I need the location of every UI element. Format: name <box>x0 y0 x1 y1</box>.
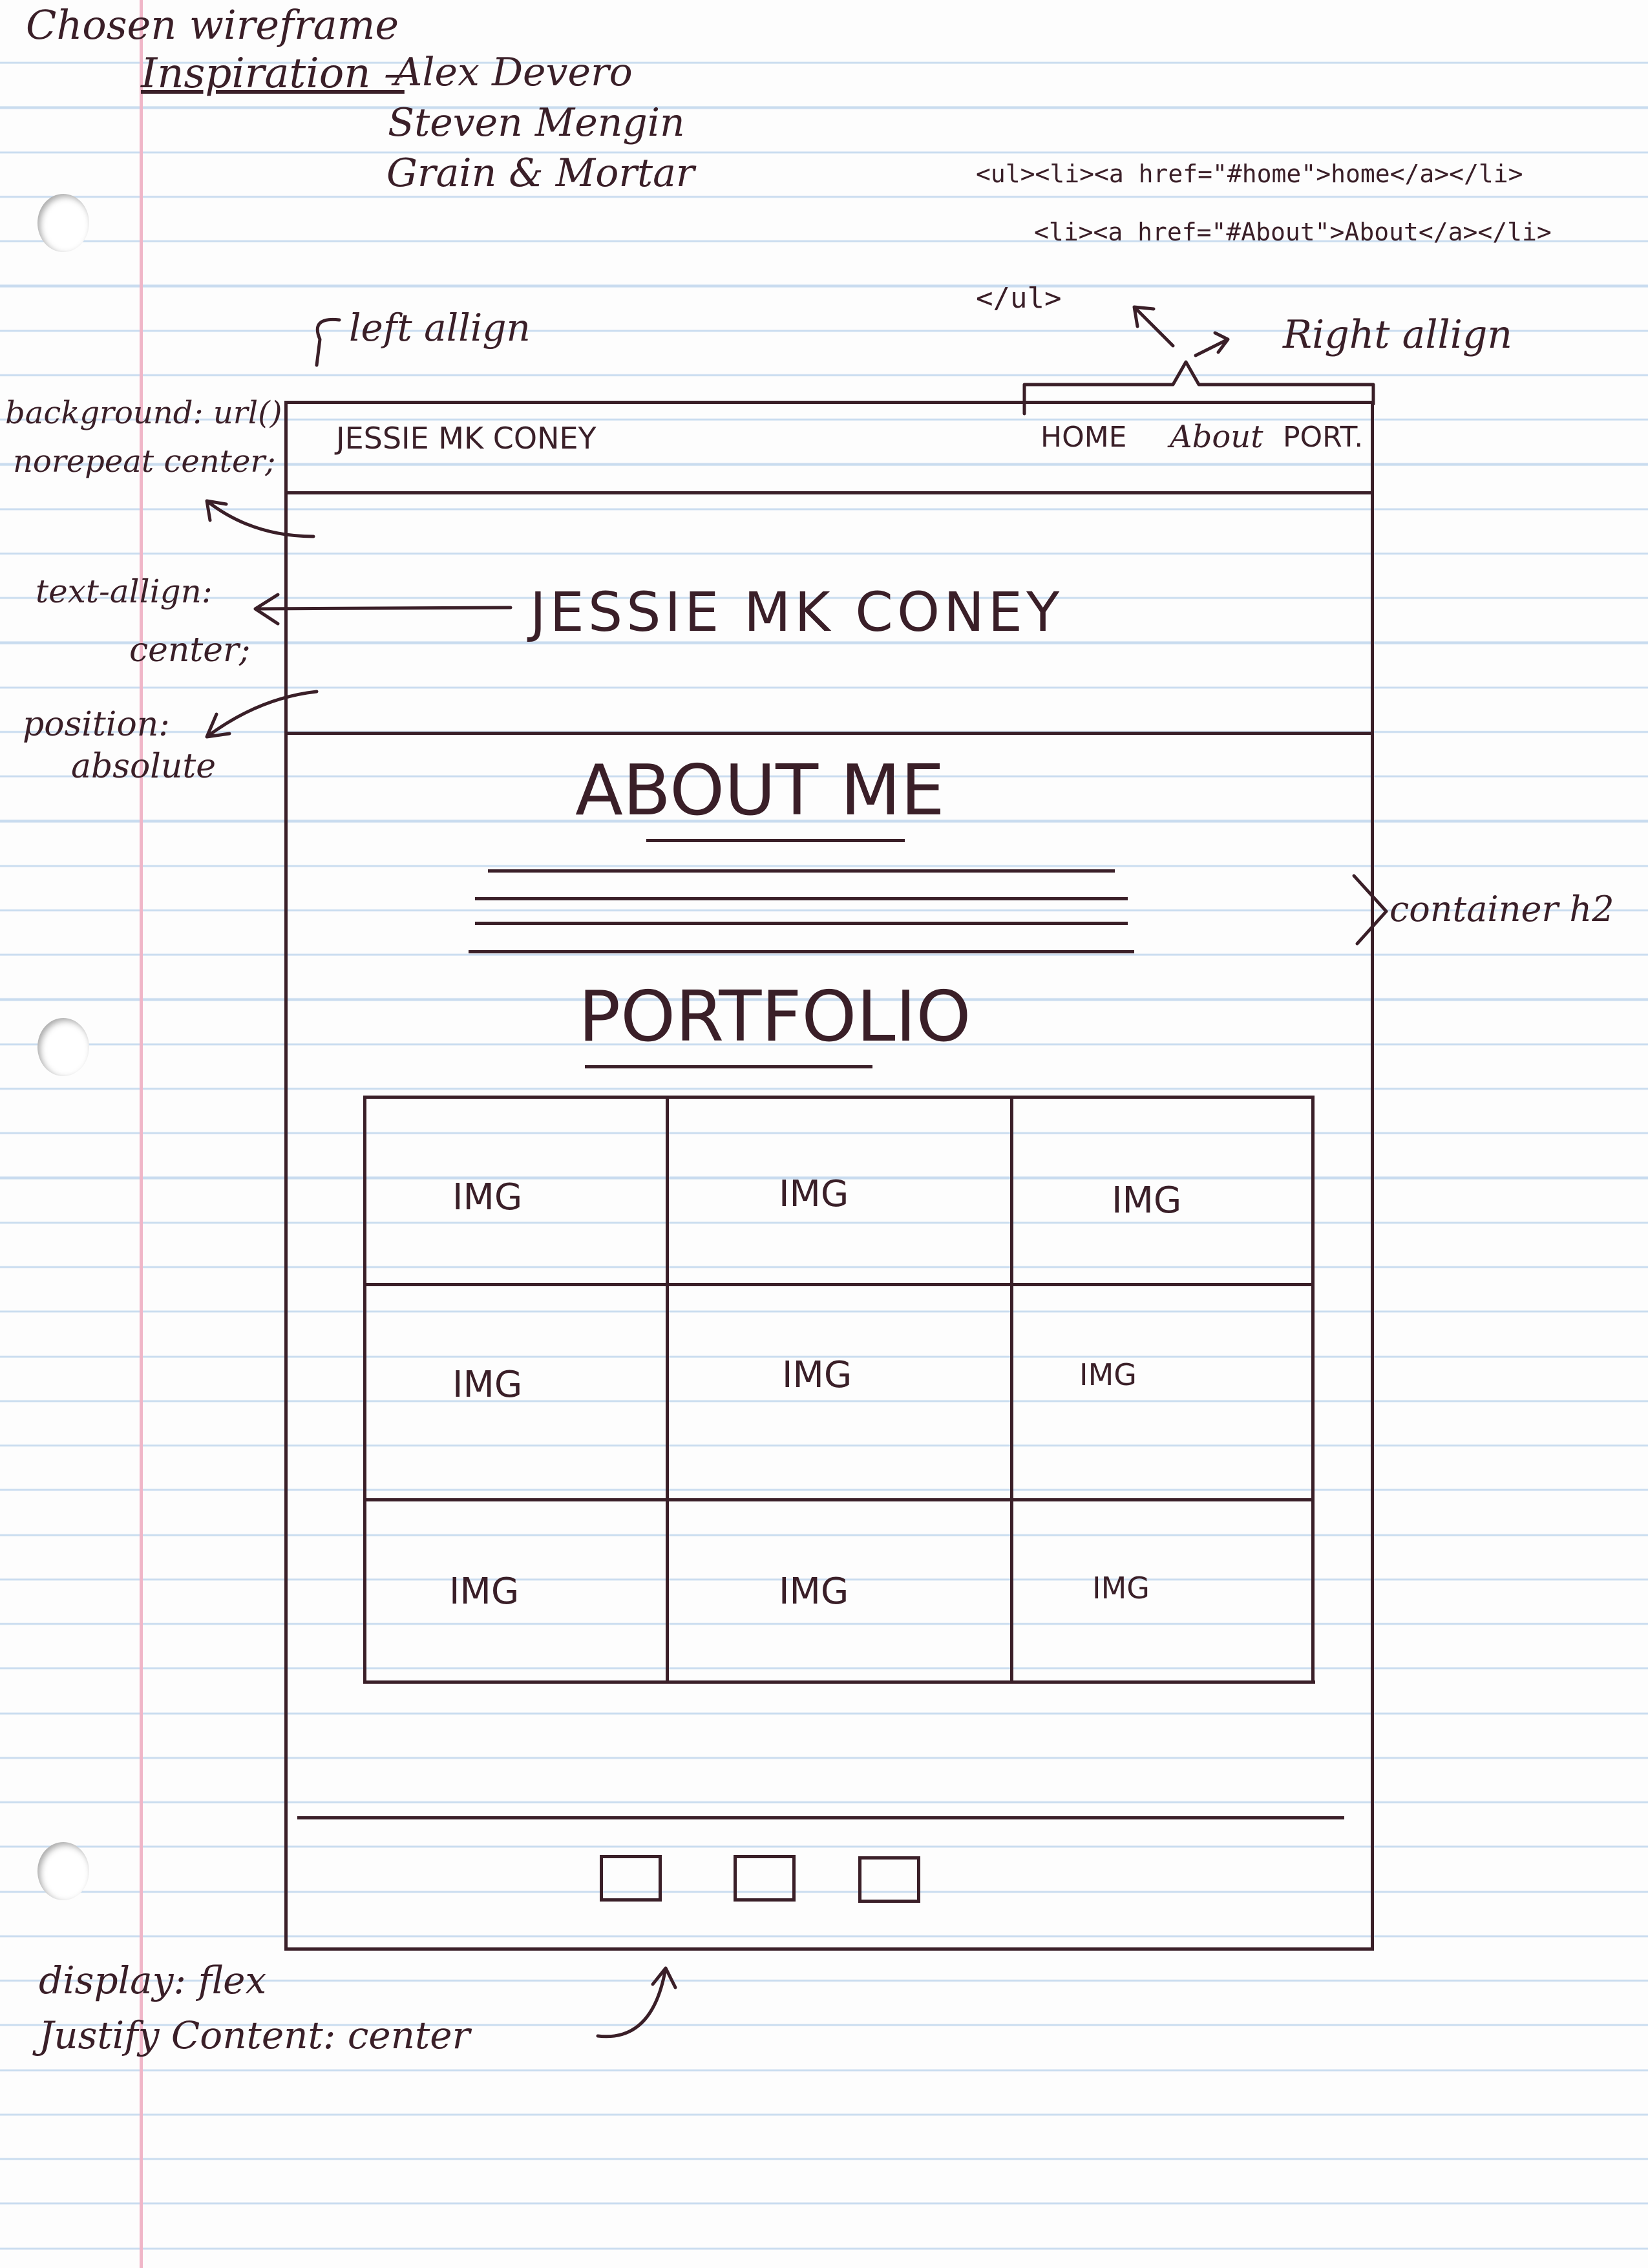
left-align-arrow <box>315 317 341 367</box>
code-arrow <box>1132 305 1175 348</box>
background-arrow <box>205 499 315 538</box>
text-align-arrow <box>253 593 512 626</box>
position-arrow <box>205 690 319 739</box>
nav-links-bracket <box>1022 360 1375 416</box>
container-brace <box>1352 874 1388 946</box>
footer-arrow <box>596 1966 677 2039</box>
right-align-arrow <box>1194 331 1230 357</box>
annotation-arrows <box>205 305 1388 2039</box>
